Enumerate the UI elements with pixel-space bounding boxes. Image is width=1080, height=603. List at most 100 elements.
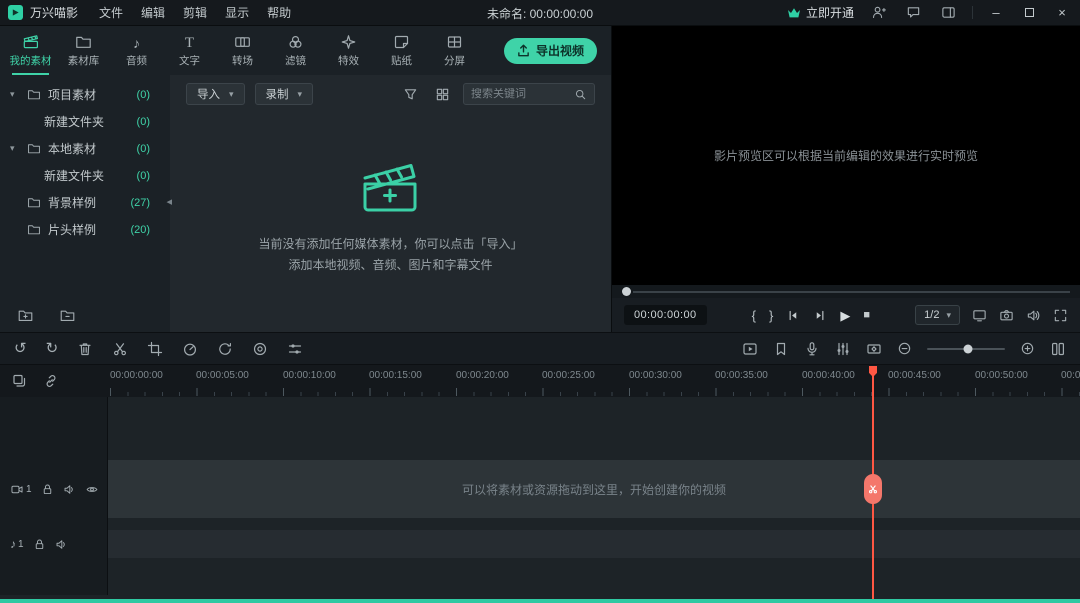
filter-icon: [287, 34, 304, 50]
search-icon[interactable]: [574, 88, 587, 101]
previous-frame-button[interactable]: [786, 309, 800, 322]
timeline-zoom-slider[interactable]: [927, 348, 1005, 350]
redo-button[interactable]: ↻: [46, 341, 59, 356]
preview-quality-select[interactable]: 1/2 ▾: [915, 305, 960, 325]
link-clips-button[interactable]: [43, 373, 59, 389]
chevron-down-icon[interactable]: ▾: [10, 143, 20, 154]
preview-screen: 影片预览区可以根据当前编辑的效果进行实时预览: [612, 26, 1080, 285]
export-icon: [517, 44, 530, 57]
marker-button[interactable]: [773, 341, 789, 357]
menu-clip[interactable]: 剪辑: [174, 0, 216, 26]
next-frame-button[interactable]: [813, 309, 827, 322]
video-track-drop-zone[interactable]: 可以将素材或资源拖动到这里，开始创建你的视频: [108, 460, 1080, 518]
preview-seek-bar[interactable]: [612, 285, 1080, 298]
zoom-slider-knob[interactable]: [963, 344, 972, 353]
seek-knob[interactable]: [622, 287, 631, 296]
split-at-playhead-button[interactable]: [864, 474, 882, 504]
tab-stock-media[interactable]: 素材库: [57, 26, 110, 75]
grid-view-icon[interactable]: [431, 83, 453, 105]
delete-folder-button[interactable]: [56, 304, 78, 326]
mark-in-button[interactable]: {: [752, 308, 756, 323]
audio-track-drop-zone[interactable]: [108, 530, 1080, 558]
speed-button[interactable]: [182, 341, 198, 357]
tab-label: 转场: [232, 53, 253, 68]
undo-button[interactable]: ↺: [14, 341, 27, 356]
fullscreen-icon[interactable]: [1053, 308, 1068, 323]
menu-view[interactable]: 显示: [216, 0, 258, 26]
folder-icon: [75, 34, 92, 50]
playhead[interactable]: [867, 366, 879, 603]
tree-item-new-folder-2[interactable]: 新建文件夹 (0): [0, 162, 170, 189]
tab-label: 滤镜: [285, 53, 306, 68]
adjust-sliders-button[interactable]: [287, 341, 303, 357]
clapperboard-icon: [22, 33, 40, 50]
tree-item-project-media[interactable]: ▾ 项目素材 (0): [0, 81, 170, 108]
zoom-in-button[interactable]: [1020, 341, 1035, 356]
export-video-button[interactable]: 导出视频: [504, 38, 597, 64]
color-adjust-button[interactable]: [252, 341, 268, 357]
zoom-out-button[interactable]: [897, 341, 912, 356]
play-button[interactable]: ▶: [840, 309, 850, 322]
volume-icon[interactable]: [1026, 308, 1041, 323]
audio-mixer-button[interactable]: [835, 341, 851, 357]
ruler-label: 00:0: [1061, 370, 1080, 381]
tree-item-local-media[interactable]: ▾ 本地素材 (0): [0, 135, 170, 162]
mute-track-icon[interactable]: [63, 483, 76, 496]
fit-timeline-button[interactable]: [1050, 341, 1066, 357]
timeline-ruler[interactable]: 00:00:00:00 00:00:05:00 00:00:10:00 00:0…: [108, 365, 1080, 397]
mute-track-icon[interactable]: [55, 538, 68, 551]
search-input[interactable]: [471, 88, 570, 100]
tab-split-screen[interactable]: 分屏: [428, 26, 481, 75]
tree-item-intro-samples[interactable]: 片头样例 (20): [0, 216, 170, 243]
tab-effects[interactable]: 特效: [322, 26, 375, 75]
tab-my-media[interactable]: 我的素材: [4, 26, 57, 75]
workspace-layout-icon[interactable]: [937, 2, 959, 24]
menu-bar: 万兴喵影 文件 编辑 剪辑 显示 帮助 未命名: 00:00:00:00 立即开…: [0, 0, 1080, 26]
delete-button[interactable]: [77, 341, 93, 357]
seek-track[interactable]: [633, 291, 1070, 293]
tree-item-background-samples[interactable]: 背景样例 (27): [0, 189, 170, 216]
invite-user-icon[interactable]: [867, 2, 889, 24]
mark-out-button[interactable]: }: [769, 308, 773, 323]
voiceover-mic-button[interactable]: [804, 341, 820, 357]
tab-transitions[interactable]: 转场: [216, 26, 269, 75]
tree-item-new-folder-1[interactable]: 新建文件夹 (0): [0, 108, 170, 135]
minimize-button[interactable]: –: [986, 0, 1006, 26]
track-manager-button[interactable]: [12, 373, 28, 389]
empty-media-state: 当前没有添加任何媒体素材，你可以点击「导入」 添加本地视频、音频、图片和字幕文件: [170, 113, 611, 332]
menu-file[interactable]: 文件: [90, 0, 132, 26]
stop-button[interactable]: ■: [863, 310, 870, 321]
tab-stickers[interactable]: 贴纸: [375, 26, 428, 75]
lock-track-icon[interactable]: [33, 538, 46, 551]
record-button[interactable]: 录制 ▾: [255, 83, 314, 105]
feedback-icon[interactable]: [902, 2, 924, 24]
chevron-down-icon[interactable]: ▾: [10, 89, 20, 100]
split-scissors-button[interactable]: [112, 341, 128, 357]
motion-tracking-button[interactable]: [217, 341, 233, 357]
crop-button[interactable]: [147, 341, 163, 357]
import-button[interactable]: 导入 ▾: [186, 83, 245, 105]
collapse-sidebar-handle[interactable]: ◂: [166, 195, 172, 208]
keyframe-button[interactable]: [866, 341, 882, 357]
media-library-panel: 我的素材 素材库 ♪ 音频 T 文字 转场: [0, 26, 612, 332]
preview-quality-value: 1/2: [924, 309, 939, 321]
render-preview-button[interactable]: [742, 341, 758, 357]
display-device-icon[interactable]: [972, 308, 987, 323]
menu-help[interactable]: 帮助: [258, 0, 300, 26]
close-button[interactable]: ×: [1052, 0, 1072, 26]
ruler-label: 00:00:15:00: [369, 370, 422, 381]
audio-track-header: ♪ 1: [0, 530, 108, 558]
snapshot-camera-icon[interactable]: [999, 308, 1014, 323]
upgrade-button[interactable]: 立即开通: [787, 4, 854, 21]
tab-filters[interactable]: 滤镜: [269, 26, 322, 75]
ruler-label: 00:00:20:00: [456, 370, 509, 381]
hide-track-eye-icon[interactable]: [85, 483, 99, 496]
tab-audio[interactable]: ♪ 音频: [110, 26, 163, 75]
lock-track-icon[interactable]: [41, 483, 54, 496]
tab-text[interactable]: T 文字: [163, 26, 216, 75]
menu-edit[interactable]: 编辑: [132, 0, 174, 26]
item-count: (0): [137, 170, 150, 182]
new-folder-button[interactable]: [14, 304, 36, 326]
filter-funnel-icon[interactable]: [399, 83, 421, 105]
maximize-button[interactable]: [1019, 0, 1039, 26]
